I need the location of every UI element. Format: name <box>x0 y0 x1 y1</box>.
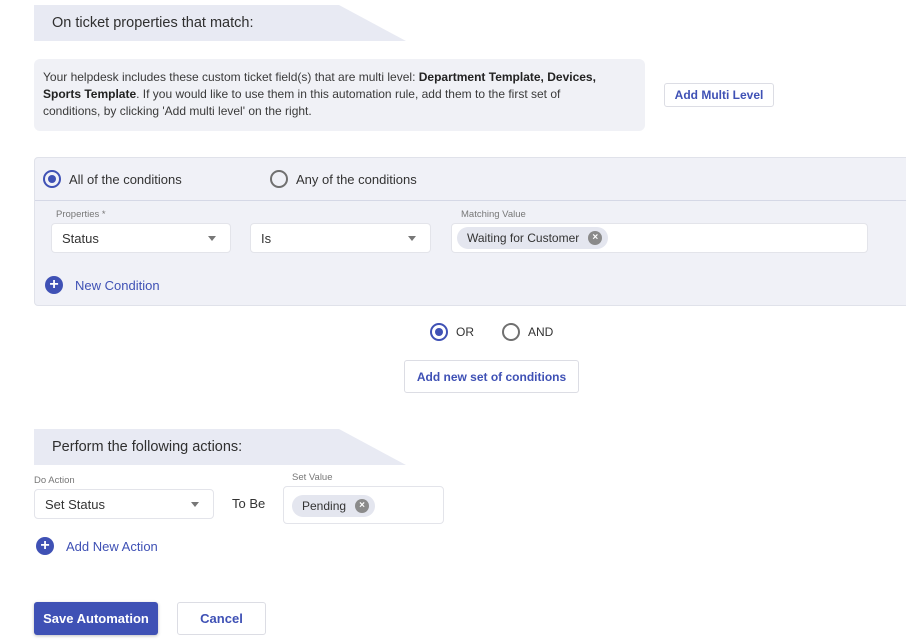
condition-set-panel: All of the conditions Any of the conditi… <box>34 157 906 306</box>
chevron-down-icon <box>208 236 216 241</box>
action-select[interactable]: Set Status <box>34 489 214 519</box>
operator-select[interactable]: Is <box>250 223 431 253</box>
conditions-section-title: On ticket properties that match: <box>52 15 254 31</box>
join-or-radio[interactable]: OR <box>430 323 474 341</box>
radio-unselected-icon[interactable] <box>502 323 520 341</box>
match-mode-bar: All of the conditions Any of the conditi… <box>35 158 906 201</box>
multi-level-info-box: Your helpdesk includes these custom tick… <box>34 59 645 131</box>
properties-label: Properties * <box>56 209 106 220</box>
property-select-value: Status <box>62 230 99 246</box>
radio-selected-icon[interactable] <box>430 323 448 341</box>
new-condition-button[interactable]: + New Condition <box>45 276 160 294</box>
add-circle-icon: + <box>36 537 54 555</box>
action-select-value: Set Status <box>45 496 105 512</box>
remove-chip-icon[interactable]: × <box>355 499 370 513</box>
join-and-label: AND <box>528 325 554 339</box>
add-multi-level-button[interactable]: Add Multi Level <box>664 83 774 107</box>
info-text: conditions, by clicking 'Add multi level… <box>43 104 312 118</box>
chevron-down-icon <box>191 502 199 507</box>
info-fields-bold: Sports Template <box>43 87 137 101</box>
match-any-label: Any of the conditions <box>296 171 417 187</box>
to-be-label: To Be <box>232 496 266 511</box>
match-any-radio[interactable]: Any of the conditions <box>270 170 417 188</box>
add-new-action-label: Add New Action <box>66 538 158 554</box>
info-text: Your helpdesk includes these custom tick… <box>43 70 419 84</box>
matching-value-input[interactable]: Waiting for Customer × <box>451 223 868 253</box>
add-new-action-button[interactable]: + Add New Action <box>36 537 158 555</box>
join-and-radio[interactable]: AND <box>502 323 553 341</box>
set-value-label: Set Value <box>292 472 333 483</box>
set-value-chip: Pending × <box>292 495 376 517</box>
conditions-section-header: On ticket properties that match: <box>34 5 406 41</box>
add-circle-icon: + <box>45 276 63 294</box>
cancel-button[interactable]: Cancel <box>177 602 266 635</box>
remove-chip-icon[interactable]: × <box>588 231 603 245</box>
set-value-input[interactable]: Pending × <box>283 486 444 524</box>
do-action-label: Do Action <box>34 475 75 486</box>
matching-value-chip: Waiting for Customer × <box>457 227 609 249</box>
matching-value-label: Matching Value <box>461 209 526 220</box>
radio-selected-icon[interactable] <box>43 170 61 188</box>
add-new-set-of-conditions-button[interactable]: Add new set of conditions <box>404 360 579 393</box>
match-all-radio[interactable]: All of the conditions <box>43 170 182 188</box>
property-select[interactable]: Status <box>51 223 231 253</box>
info-fields-bold: Department Template, Devices, <box>418 70 596 84</box>
info-text: . If you would like to use them in this … <box>136 87 561 101</box>
chevron-down-icon <box>408 236 416 241</box>
join-or-label: OR <box>456 325 474 339</box>
match-all-label: All of the conditions <box>69 171 182 187</box>
chip-label: Pending <box>302 499 347 513</box>
chip-label: Waiting for Customer <box>467 231 580 245</box>
actions-section-header: Perform the following actions: <box>34 429 406 465</box>
operator-select-value: Is <box>261 230 272 246</box>
new-condition-label: New Condition <box>75 277 160 293</box>
actions-section-title: Perform the following actions: <box>52 439 243 455</box>
save-automation-button[interactable]: Save Automation <box>34 602 158 635</box>
radio-unselected-icon[interactable] <box>270 170 288 188</box>
